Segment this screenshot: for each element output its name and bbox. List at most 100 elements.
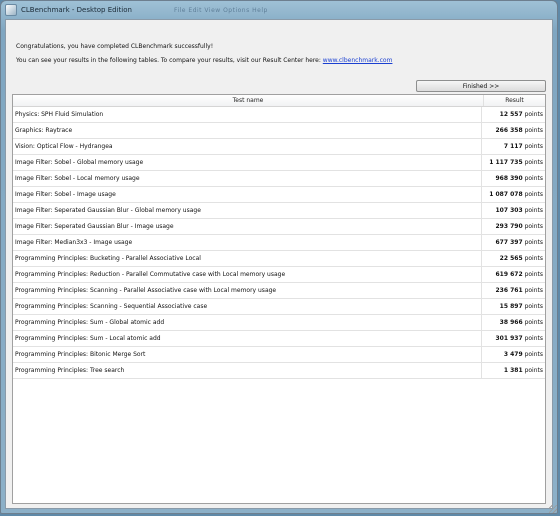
table-row[interactable]: Image Filter: Sobel - Local memory usage… <box>13 171 545 187</box>
column-header-test-name[interactable]: Test name <box>13 95 484 106</box>
table-row[interactable]: Image Filter: Sobel - Image usage 1 087 0… <box>13 187 545 203</box>
result-value: 236 761 <box>495 287 523 294</box>
table-header: Test name Result <box>13 95 545 107</box>
result-value: 1 381 <box>503 367 523 374</box>
result-unit: points <box>524 319 543 326</box>
result-value: 301 937 <box>495 335 523 342</box>
finished-button[interactable]: Finished >> <box>416 80 546 92</box>
result-unit: points <box>524 207 543 214</box>
result-cell: 266 358 points <box>482 127 545 134</box>
results-table[interactable]: Test name Result Physics: SPH Fluid Simu… <box>12 94 546 504</box>
window-title: CLBenchmark - Desktop Edition <box>21 6 132 14</box>
table-row[interactable]: Programming Principles: Reduction - Para… <box>13 267 545 283</box>
result-unit: points <box>524 255 543 262</box>
result-value: 619 672 <box>495 271 523 278</box>
result-cell: 22 565 points <box>482 255 545 262</box>
result-cell: 1 381 points <box>482 367 545 374</box>
test-name-cell: Image Filter: Median3x3 - Image usage <box>13 235 482 250</box>
completion-message: Congratulations, you have completed CLBe… <box>16 43 214 50</box>
result-value: 293 790 <box>495 223 523 230</box>
table-row[interactable]: Image Filter: Seperated Gaussian Blur - … <box>13 203 545 219</box>
result-unit: points <box>524 175 543 182</box>
result-unit: points <box>524 287 543 294</box>
result-unit: points <box>524 191 543 198</box>
result-unit: points <box>524 127 543 134</box>
result-unit: points <box>524 143 543 150</box>
table-row[interactable]: Programming Principles: Sum - Local atom… <box>13 331 545 347</box>
table-row[interactable]: Vision: Optical Flow - Hydrangea 7 117 po… <box>13 139 545 155</box>
result-unit: points <box>524 367 543 374</box>
test-name-cell: Programming Principles: Bucketing - Para… <box>13 251 482 266</box>
test-name-cell: Image Filter: Seperated Gaussian Blur - … <box>13 219 482 234</box>
table-row[interactable]: Programming Principles: Bucketing - Para… <box>13 251 545 267</box>
table-row[interactable]: Programming Principles: Sum - Global ato… <box>13 315 545 331</box>
result-cell: 15 897 points <box>482 303 545 310</box>
result-cell: 293 790 points <box>482 223 545 230</box>
results-message: You can see your results in the followin… <box>16 57 392 64</box>
test-name-cell: Vision: Optical Flow - Hydrangea <box>13 139 482 154</box>
result-value: 15 897 <box>499 303 523 310</box>
result-value: 677 397 <box>495 239 523 246</box>
table-row[interactable]: Programming Principles: Scanning - Seque… <box>13 299 545 315</box>
result-value: 3 479 <box>503 351 523 358</box>
result-value: 968 390 <box>495 175 523 182</box>
test-name-cell: Programming Principles: Reduction - Para… <box>13 267 482 282</box>
test-name-cell: Image Filter: Sobel - Local memory usage <box>13 171 482 186</box>
result-value: 22 565 <box>499 255 523 262</box>
results-message-text: You can see your results in the followin… <box>16 57 323 64</box>
table-row[interactable]: Image Filter: Seperated Gaussian Blur - … <box>13 219 545 235</box>
result-unit: points <box>524 351 543 358</box>
result-cell: 968 390 points <box>482 175 545 182</box>
test-name-cell: Graphics: Raytrace <box>13 123 482 138</box>
result-cell: 3 479 points <box>482 351 545 358</box>
app-icon <box>5 4 17 16</box>
resize-grip[interactable] <box>549 505 557 513</box>
result-value: 1 087 078 <box>489 191 523 198</box>
background-menu-ghost: File Edit View Options Help <box>173 6 268 14</box>
test-name-cell: Programming Principles: Scanning - Paral… <box>13 283 482 298</box>
result-cell: 677 397 points <box>482 239 545 246</box>
table-row[interactable]: Programming Principles: Tree search 1 381… <box>13 363 545 379</box>
result-unit: points <box>524 239 543 246</box>
result-value: 266 358 <box>495 127 523 134</box>
result-cell: 1 087 078 points <box>482 191 545 198</box>
table-row[interactable]: Graphics: Raytrace 266 358 points <box>13 123 545 139</box>
result-value: 38 966 <box>499 319 523 326</box>
result-cell: 619 672 points <box>482 271 545 278</box>
result-unit: points <box>524 335 543 342</box>
result-unit: points <box>524 271 543 278</box>
table-body: Physics: SPH Fluid Simulation 12 557 poin… <box>13 107 545 379</box>
result-value: 12 557 <box>499 111 523 118</box>
result-unit: points <box>524 303 543 310</box>
result-cell: 236 761 points <box>482 287 545 294</box>
result-cell: 12 557 points <box>482 111 545 118</box>
result-cell: 7 117 points <box>482 143 545 150</box>
test-name-cell: Image Filter: Seperated Gaussian Blur - … <box>13 203 482 218</box>
result-value: 1 117 735 <box>489 159 523 166</box>
result-unit: points <box>524 223 543 230</box>
test-name-cell: Image Filter: Sobel - Image usage <box>13 187 482 202</box>
table-row[interactable]: Image Filter: Median3x3 - Image usage 677… <box>13 235 545 251</box>
result-cell: 1 117 735 points <box>482 159 545 166</box>
app-window: CLBenchmark - Desktop Edition File Edit … <box>0 0 558 514</box>
table-row[interactable]: Programming Principles: Bitonic Merge So… <box>13 347 545 363</box>
result-unit: points <box>524 111 543 118</box>
test-name-cell: Physics: SPH Fluid Simulation <box>13 107 482 122</box>
test-name-cell: Programming Principles: Sum - Global ato… <box>13 315 482 330</box>
column-header-result[interactable]: Result <box>484 95 545 106</box>
result-unit: points <box>524 159 543 166</box>
client-area: Congratulations, you have completed CLBe… <box>5 19 553 509</box>
table-row[interactable]: Programming Principles: Scanning - Paral… <box>13 283 545 299</box>
result-cell: 107 303 points <box>482 207 545 214</box>
result-cell: 301 937 points <box>482 335 545 342</box>
result-value: 7 117 <box>503 143 523 150</box>
result-cell: 38 966 points <box>482 319 545 326</box>
result-value: 107 303 <box>495 207 523 214</box>
test-name-cell: Image Filter: Sobel - Global memory usag… <box>13 155 482 170</box>
test-name-cell: Programming Principles: Bitonic Merge So… <box>13 347 482 362</box>
test-name-cell: Programming Principles: Tree search <box>13 363 482 378</box>
table-row[interactable]: Physics: SPH Fluid Simulation 12 557 poin… <box>13 107 545 123</box>
result-center-link[interactable]: www.clbenchmark.com <box>323 57 393 64</box>
title-bar[interactable]: CLBenchmark - Desktop Edition File Edit … <box>1 1 557 19</box>
table-row[interactable]: Image Filter: Sobel - Global memory usag… <box>13 155 545 171</box>
